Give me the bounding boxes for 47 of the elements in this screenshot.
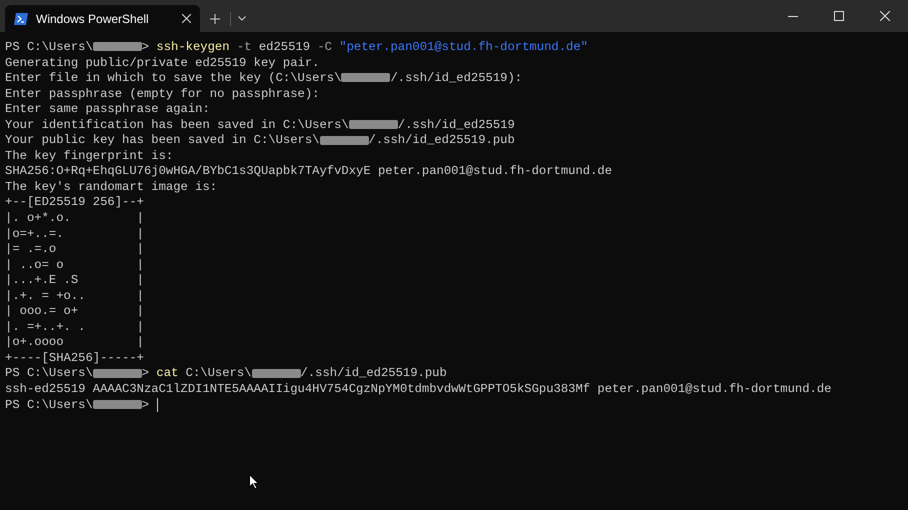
terminal-text: > [142, 40, 150, 54]
string-text: "peter.pan001@stud.fh-dortmund.de" [339, 40, 588, 54]
mouse-pointer-icon [249, 474, 259, 490]
terminal-text: /.ssh/id_ed25519 [398, 118, 515, 132]
terminal-text: Enter same passphrase again: [5, 102, 210, 116]
terminal-text: +--[ED25519 256]--+ [5, 195, 144, 210]
terminal-text: | ..o= o | [5, 258, 144, 272]
terminal-text: |o=+..=. | [5, 226, 144, 241]
flag-text: -t [236, 40, 252, 54]
terminal-text: Enter passphrase (empty for no passphrase): [5, 86, 320, 101]
terminal-text: SHA256:O+Rq+EhqGLU76j0wHGA/BYbC1s3QUapbk7TAyfvDxyE peter.pan001@stud.fh-dortmund.de [5, 164, 612, 178]
terminal-text: |. o+*.o. | [5, 211, 144, 226]
terminal-text: ssh-ed25519 AAAAC3NzaC1lZDI1NTE5AAAAIIigu4HV754CgzNpYM0tdmbvdwWtGPPTO5kSGpu383Mf peter.pan001@stud.fh-dortmund.de [5, 382, 832, 396]
terminal-text: /.ssh/id_ed25519.pub [368, 133, 515, 148]
powershell-icon [14, 12, 28, 24]
close-icon[interactable] [182, 14, 191, 23]
chevron-down-icon [238, 16, 246, 21]
terminal-text: PS C:\Users\ [5, 398, 93, 412]
terminal-text: The key fingerprint is: [5, 148, 174, 163]
flag-text: -C [317, 40, 333, 54]
terminal-text: |.+. = +o.. | [5, 288, 144, 303]
terminal-text: |...+.E .S | [5, 273, 144, 288]
plus-icon [210, 14, 220, 24]
terminal-text: Generating public/private ed25519 key pair. [5, 56, 320, 70]
terminal-text: /.ssh/id_ed25519): [390, 71, 522, 86]
terminal-text: PS C:\Users\ [5, 40, 93, 54]
terminal-text: C:\Users\ [184, 366, 252, 380]
command-text: ssh-keygen [156, 40, 231, 54]
terminal-text: Enter file in which to save the key (C:\Users\ [5, 71, 342, 86]
terminal-text: +----[SHA256]-----+ [5, 350, 144, 365]
terminal-text: |o+.oooo | [5, 335, 144, 350]
terminal-text: > [142, 366, 150, 380]
command-text: cat [156, 366, 178, 380]
terminal-text: |. =+..+. . | [5, 320, 144, 334]
tab-title: Windows PowerShell [36, 10, 150, 28]
terminal-tab[interactable]: Windows PowerShell [5, 5, 200, 32]
terminal-text: Your public key has been saved in C:\Users\ [5, 133, 320, 148]
terminal-text: /.ssh/id_ed25519.pub [300, 366, 447, 380]
maximize-icon [834, 11, 844, 21]
terminal-text: The key's randomart image is: [5, 180, 218, 194]
close-icon [880, 11, 890, 21]
terminal-text: |= .=.o | [5, 242, 144, 256]
terminal-text: PS C:\Users\ [5, 366, 93, 380]
terminal-text: ed25519 [258, 40, 312, 54]
terminal-text: | ooo.= o+ | [5, 304, 144, 318]
terminal-text: Your identification has been saved in C:\Users\ [5, 118, 349, 132]
terminal-text: > [142, 398, 150, 412]
